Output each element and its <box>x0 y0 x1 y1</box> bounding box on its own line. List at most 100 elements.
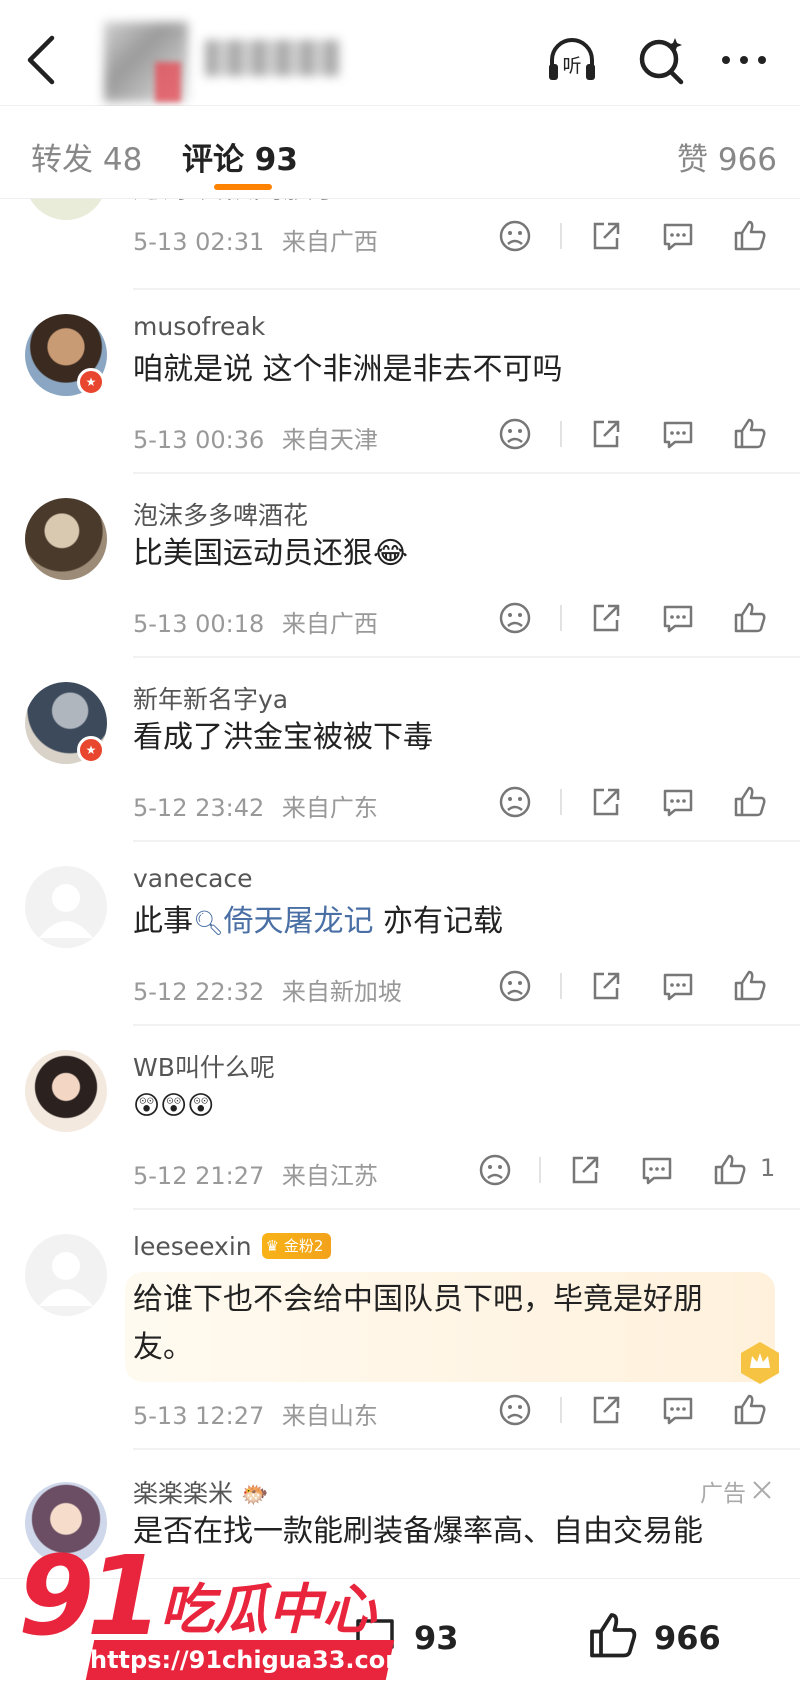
comment-meta: 5-13 00:18 来自广西 <box>133 604 378 639</box>
search-icon[interactable] <box>634 32 690 88</box>
avatar[interactable] <box>25 198 107 220</box>
headphones-listen-icon[interactable]: 听 <box>544 32 600 88</box>
divider <box>560 605 562 631</box>
comment-time: 5-13 02:31 <box>133 228 265 256</box>
comment-time: 5-12 21:27 <box>133 1162 265 1190</box>
comment-username[interactable]: leeseexin <box>133 1232 252 1261</box>
comment-divider <box>133 1024 800 1026</box>
comment-time: 5-12 22:32 <box>133 978 265 1006</box>
more-options-icon[interactable] <box>716 32 772 88</box>
comment-time: 5-12 23:42 <box>133 794 265 822</box>
comment-meta: 5-12 22:32 来自新加坡 <box>133 972 402 1007</box>
comment-text: 此事🔍︎倚天屠龙记 亦有记载 <box>133 904 504 939</box>
comment-meta: 5-12 21:27 来自江苏 <box>133 1156 378 1191</box>
reply-icon[interactable] <box>660 1392 696 1428</box>
comment-username-row: 楽楽楽米 🐡 <box>133 1474 268 1510</box>
like-thumb-icon[interactable] <box>586 1609 640 1663</box>
share-icon[interactable] <box>588 784 624 820</box>
tab-repost[interactable]: 转发 48 <box>31 134 142 179</box>
dislike-face-icon[interactable] <box>497 416 533 452</box>
share-icon[interactable] <box>588 600 624 636</box>
dislike-face-icon[interactable] <box>497 784 533 820</box>
share-icon[interactable] <box>588 416 624 452</box>
dislike-face-icon[interactable] <box>497 1392 533 1428</box>
reply-icon[interactable] <box>660 600 696 636</box>
search-icon: 🔍︎ <box>193 909 224 937</box>
comment-username[interactable]: WB叫什么呢 <box>133 1048 275 1084</box>
comment-location: 来自广西 <box>281 228 378 256</box>
divider <box>560 973 562 999</box>
avatar[interactable] <box>25 498 107 580</box>
crown-trophy-icon <box>741 1342 779 1384</box>
reply-icon[interactable] <box>660 416 696 452</box>
like-thumb-icon[interactable] <box>732 600 768 636</box>
comment-username[interactable]: 新年新名字ya <box>133 680 288 716</box>
comment-list: 还好没被副腹了 5-13 02:31 来自广西 ★ musofreak 咱就是说… <box>0 198 800 1578</box>
divider <box>560 421 562 447</box>
comment-location: 来自广西 <box>281 610 378 638</box>
svg-text:听: 听 <box>562 55 581 77</box>
divider <box>560 789 562 815</box>
comment-meta: 5-13 12:27 来自山东 <box>133 1396 378 1431</box>
like-thumb-icon[interactable] <box>732 1392 768 1428</box>
close-ad-icon[interactable] <box>750 1478 774 1502</box>
divider <box>560 223 562 249</box>
tab-likes[interactable]: 赞 966 <box>677 134 777 179</box>
watermark-url-banner: https://91chigua33.com <box>85 1640 411 1680</box>
share-icon[interactable] <box>588 218 624 254</box>
reply-icon[interactable] <box>660 784 696 820</box>
like-thumb-icon[interactable] <box>732 218 768 254</box>
comment-username[interactable]: 楽楽楽米 <box>133 1479 233 1508</box>
dislike-face-icon[interactable] <box>477 1152 513 1188</box>
comment-username-row: leeseexin ♛ 金粉2 <box>133 1232 332 1261</box>
watermark-url: https://91chigua33.com <box>90 1646 411 1674</box>
comment-username[interactable]: vanecace <box>133 864 253 893</box>
comment-text: 是否在找一款能刷装备爆率高、自由交易能 <box>133 1514 703 1549</box>
dislike-face-icon[interactable] <box>497 600 533 636</box>
tab-bar: 转发 48 评论 93 赞 966 <box>0 106 800 199</box>
comment-divider <box>133 656 800 658</box>
like-thumb-icon[interactable] <box>712 1152 748 1188</box>
comment-meta: 5-13 02:31 来自广西 <box>133 222 378 257</box>
default-avatar-icon[interactable] <box>25 1234 107 1316</box>
default-avatar-icon[interactable] <box>25 866 107 948</box>
divider <box>539 1157 541 1183</box>
back-arrow-icon[interactable] <box>22 30 62 90</box>
comment-emojis: 😲😲😲 <box>133 1091 215 1121</box>
like-thumb-icon[interactable] <box>732 968 768 1004</box>
share-icon[interactable] <box>588 1392 624 1428</box>
comment-location: 来自江苏 <box>281 1162 378 1190</box>
like-thumb-icon[interactable] <box>732 416 768 452</box>
verified-badge-icon: ★ <box>77 368 105 396</box>
reply-icon[interactable] <box>639 1152 675 1188</box>
reply-icon[interactable] <box>660 968 696 1004</box>
comment-location: 来自广东 <box>281 794 378 822</box>
dislike-face-icon[interactable] <box>497 968 533 1004</box>
comment-time: 5-13 00:18 <box>133 610 265 638</box>
comment-divider <box>133 1448 800 1450</box>
ad-label: 广告 <box>700 1481 746 1507</box>
comment-text: 咱就是说 这个非洲是非去不可吗 <box>133 352 563 387</box>
topic-link[interactable]: 🔍︎倚天屠龙记 <box>193 904 373 939</box>
share-icon[interactable] <box>588 968 624 1004</box>
like-count: 966 <box>654 1619 721 1657</box>
comment-time: 5-13 12:27 <box>133 1402 265 1430</box>
comment-count: 93 <box>414 1619 459 1657</box>
tab-comments[interactable]: 评论 93 <box>182 134 298 179</box>
avatar[interactable] <box>25 1050 107 1132</box>
comment-divider <box>133 840 800 842</box>
comment-text: 还好没被副腹了 <box>133 198 343 212</box>
comment-divider <box>133 1208 800 1210</box>
comment-username[interactable]: 泡沫多多啤酒花 <box>133 496 308 532</box>
comment-time: 5-13 00:36 <box>133 426 265 454</box>
like-thumb-icon[interactable] <box>732 784 768 820</box>
blurred-author-name[interactable] <box>205 40 340 76</box>
comment-text: 给谁下也不会给中国队员下吧，毕竟是好朋 友。 <box>133 1282 703 1365</box>
reply-icon[interactable] <box>660 218 696 254</box>
comment-username[interactable]: musofreak <box>133 312 265 341</box>
share-icon[interactable] <box>567 1152 603 1188</box>
comment-location: 来自天津 <box>281 426 378 454</box>
like-count: 1 <box>760 1154 776 1182</box>
laughing-emoji: 😂 <box>373 536 409 571</box>
dislike-face-icon[interactable] <box>497 218 533 254</box>
